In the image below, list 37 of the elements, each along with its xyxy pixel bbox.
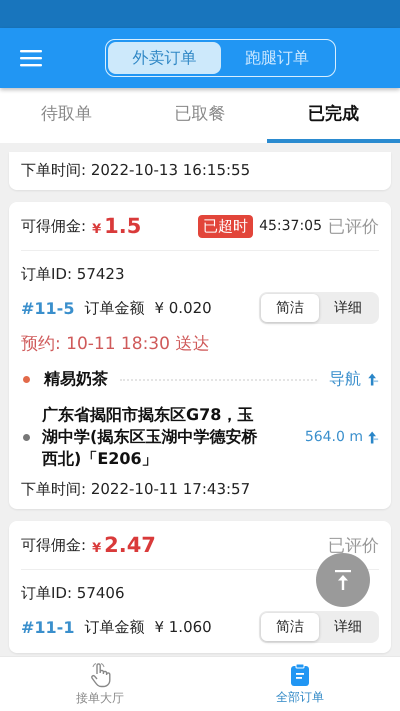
view-option[interactable]: 简洁 — [261, 613, 319, 641]
commission-label: 可得佣金: — [21, 216, 86, 236]
menu-icon[interactable] — [20, 49, 42, 67]
order-amount-label: 订单金额 — [84, 298, 144, 318]
overtime-badge: 已超时 — [198, 214, 254, 238]
commission-amount: ¥2.47 — [92, 533, 156, 557]
scroll-top-icon — [333, 569, 353, 591]
order-amount-label: 订单金额 — [84, 618, 144, 636]
navigate-link[interactable]: 导航 — [329, 369, 361, 390]
pickup-dot — [23, 376, 30, 383]
reservation-time: 预约: 10-11 18:30 送达 — [21, 333, 210, 355]
view-option[interactable]: 详细 — [319, 294, 377, 322]
arrow-up-icon — [367, 372, 379, 387]
commission-label: 可得佣金: — [21, 536, 86, 554]
commission-amount: ¥1.5 — [92, 214, 142, 238]
segment-tab[interactable]: 外卖订单 — [108, 42, 220, 74]
order-number: #11-1 — [21, 618, 74, 636]
order-id: 订单ID: 57423 — [21, 265, 125, 284]
order-number: #11-5 — [21, 298, 74, 318]
order-id: 订单ID: 57406 — [21, 584, 125, 603]
hand-pointer-icon — [88, 662, 112, 688]
dropoff-dot — [23, 434, 30, 440]
view-option[interactable]: 详细 — [319, 613, 377, 641]
clipboard-icon — [290, 662, 310, 686]
order-amount: ¥ 0.020 — [154, 299, 212, 317]
review-status: 已评价 — [328, 534, 379, 556]
arrow-up-icon — [367, 430, 379, 444]
review-status: 已评价 — [328, 216, 379, 238]
segment-tab[interactable]: 跑腿订单 — [220, 42, 333, 74]
order-time: 下单时间: 2022-10-11 17:43:57 — [21, 480, 250, 499]
distance: 564.0 m — [304, 429, 363, 445]
view-option[interactable]: 简洁 — [261, 294, 319, 322]
elapsed-time: 45:37:05 — [259, 218, 322, 234]
store-name: 精易奶茶 — [44, 369, 108, 390]
delivery-address: 广东省揭阳市揭东区G78，玉湖中学(揭东区玉湖中学德安桥西北)「E206」 — [42, 404, 258, 470]
order-time: 下单时间: 2022-10-13 16:15:55 — [21, 161, 250, 180]
order-amount: ¥ 1.060 — [154, 618, 212, 636]
